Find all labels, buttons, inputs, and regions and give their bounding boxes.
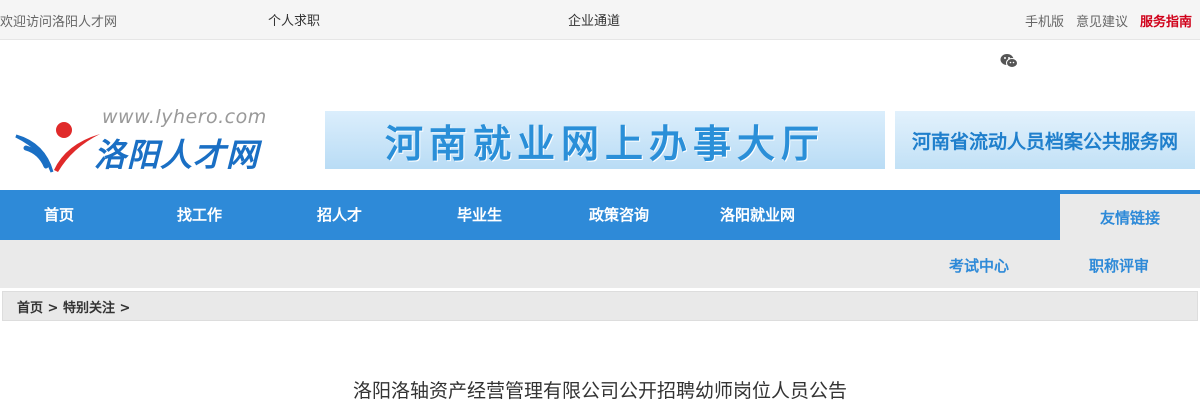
logo-url: www.lyhero.com <box>102 106 267 128</box>
welcome-text: 欢迎访问洛阳人才网 <box>0 15 118 30</box>
top-bar: 欢迎访问洛阳人才网 个人求职 企业通道 手机版 意见建议 服务指南 <box>0 0 1200 40</box>
company-channel-link[interactable]: 企业通道 <box>568 10 620 29</box>
henan-archive-banner[interactable]: 河南省流动人员档案公共服务网 <box>895 111 1195 169</box>
breadcrumb-special-focus[interactable]: 特别关注 <box>63 301 115 316</box>
sub-nav: 考试中心 职称评审 <box>0 240 1200 288</box>
service-guide-link[interactable]: 服务指南 <box>1140 11 1192 30</box>
top-right-links: 手机版 意见建议 服务指南 <box>1025 11 1192 30</box>
site-logo[interactable]: www.lyhero.com 洛阳人才网 <box>14 106 274 174</box>
logo-name: 洛阳人才网 <box>94 136 260 174</box>
henan-employment-banner[interactable]: 河南就业网上办事大厅 <box>325 111 885 169</box>
banner1-text: 河南就业网上办事大厅 <box>384 121 825 166</box>
banner2-text: 河南省流动人员档案公共服务网 <box>911 130 1178 153</box>
article-title: 洛阳洛轴资产经营管理有限公司公开招聘幼师岗位人员公告 <box>352 380 847 400</box>
title-review-link[interactable]: 职称评审 <box>1089 255 1149 276</box>
breadcrumb: 首页 > 特别关注 > <box>2 291 1198 321</box>
nav-item-graduates[interactable]: 毕业生 <box>457 204 502 225</box>
nav-item-luoyang-employment[interactable]: 洛阳就业网 <box>720 204 795 225</box>
exam-center-link[interactable]: 考试中心 <box>949 255 1009 276</box>
breadcrumb-home[interactable]: 首页 <box>17 301 43 316</box>
wechat-icon[interactable] <box>1000 53 1018 69</box>
mobile-version-link[interactable]: 手机版 <box>1025 11 1064 30</box>
feedback-link[interactable]: 意见建议 <box>1076 11 1128 30</box>
nav-item-policy[interactable]: 政策咨询 <box>589 204 649 225</box>
nav-item-find-job[interactable]: 找工作 <box>177 204 222 225</box>
nav-item-home[interactable]: 首页 <box>44 204 74 225</box>
personal-job-link[interactable]: 个人求职 <box>268 10 320 29</box>
breadcrumb-separator: > <box>119 301 131 316</box>
nav-item-recruit[interactable]: 招人才 <box>317 204 362 225</box>
breadcrumb-separator: > <box>47 301 59 316</box>
main-nav: 首页 找工作 招人才 毕业生 政策咨询 洛阳就业网 友情链接 <box>0 190 1200 240</box>
tab-friend-links[interactable]: 友情链接 <box>1060 194 1200 240</box>
logo-mark-icon <box>15 122 100 173</box>
